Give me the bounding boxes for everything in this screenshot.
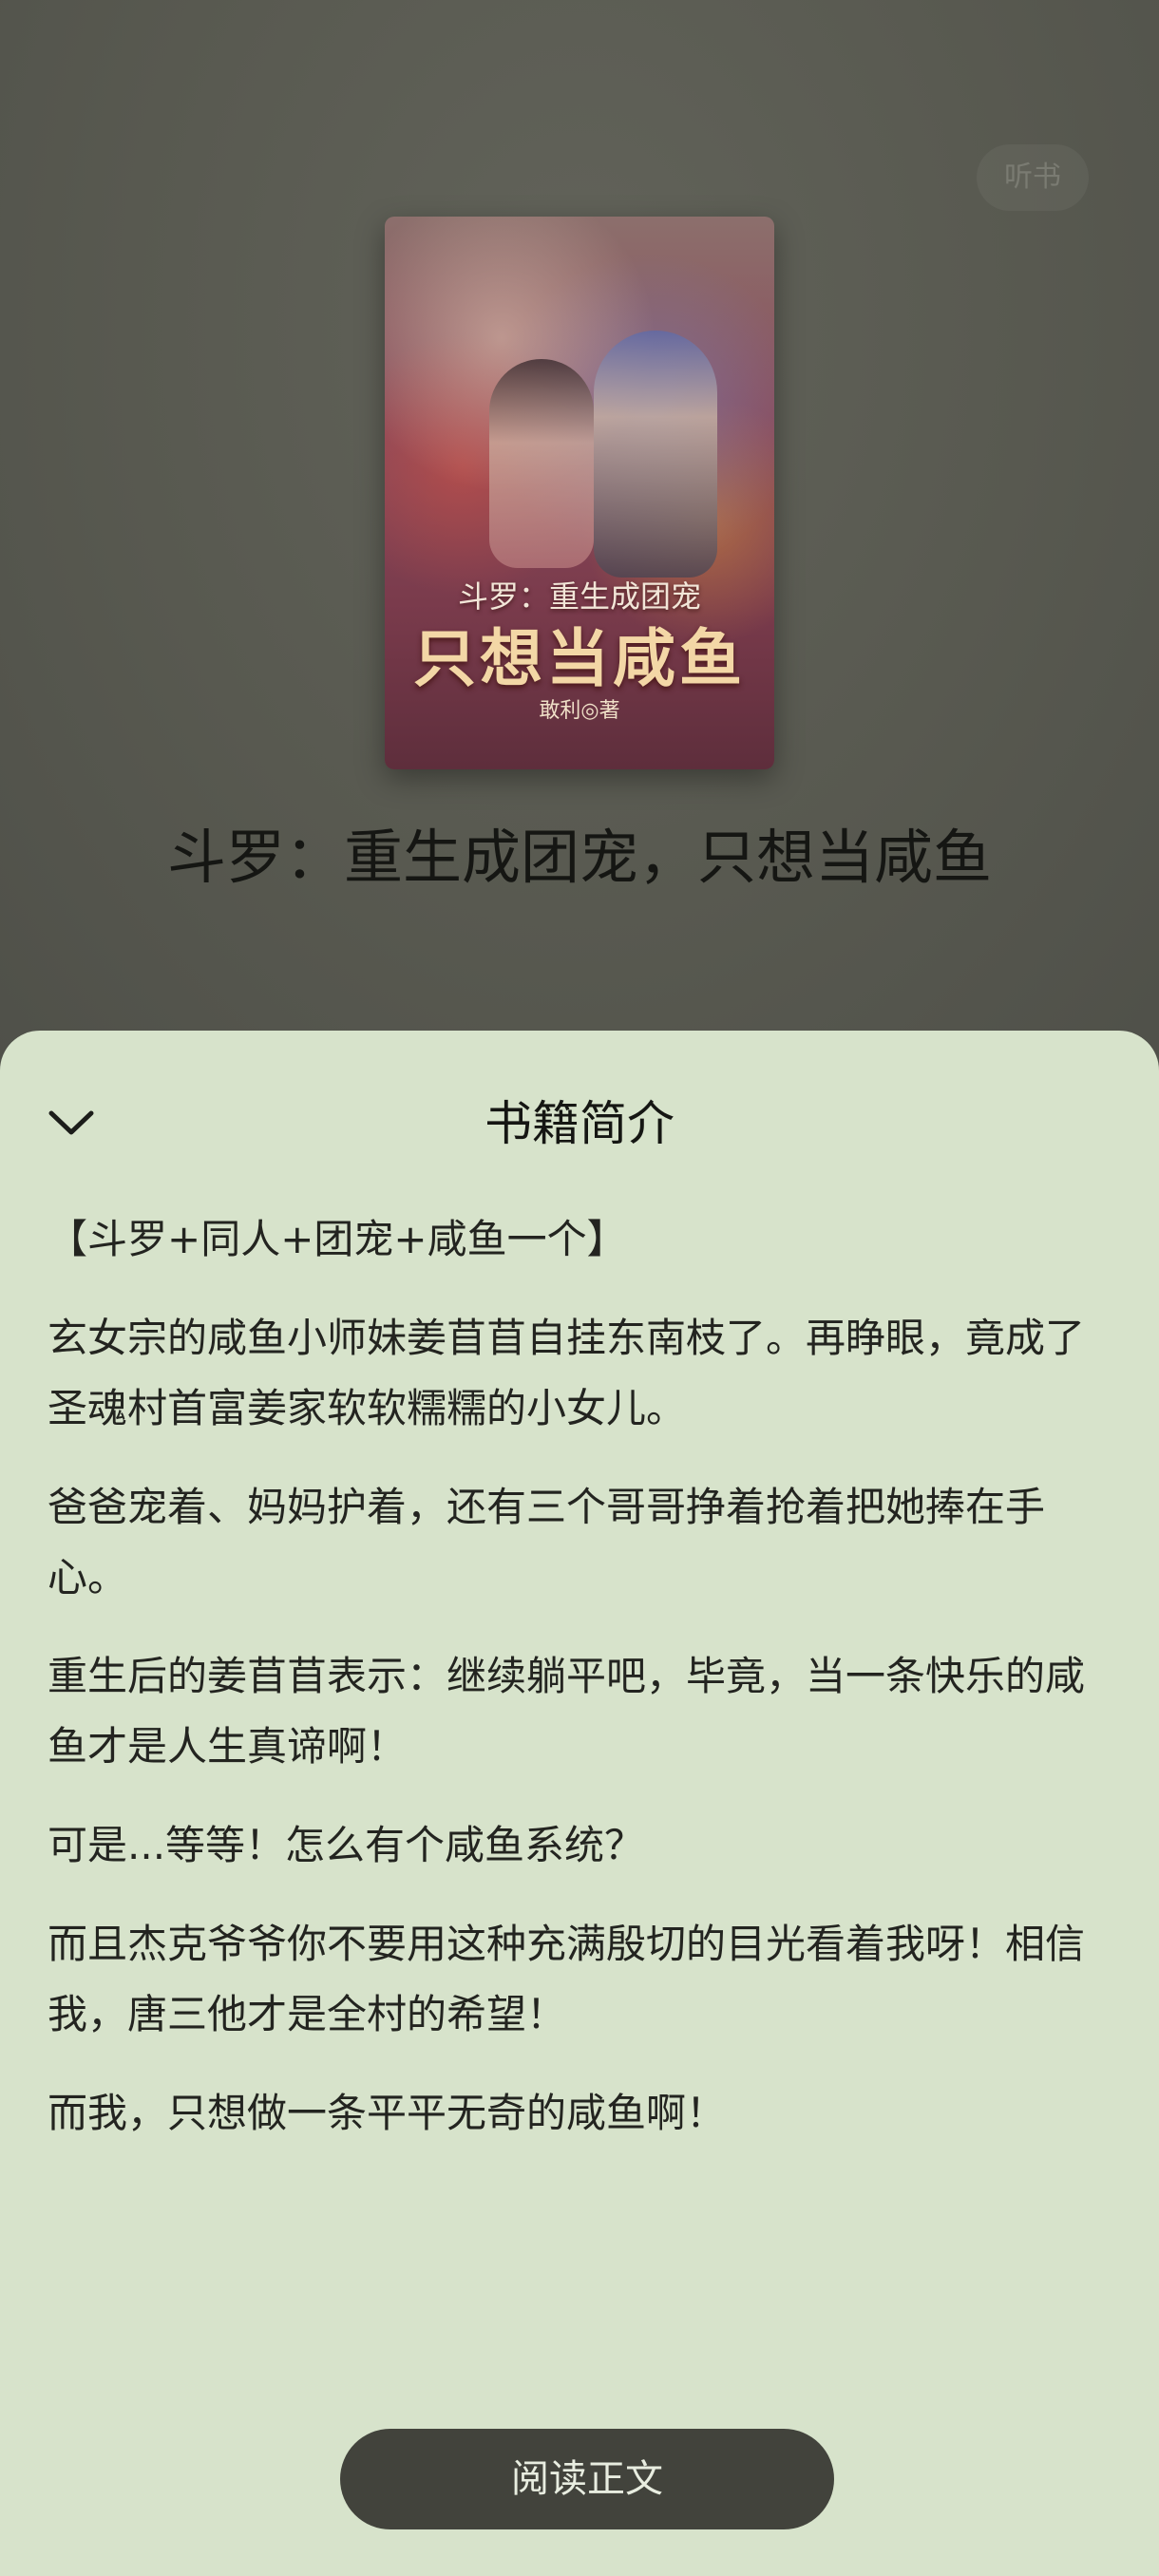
intro-text: 【斗罗+同人+团宠+咸鱼一个】 玄女宗的咸鱼小师妹姜苜苜自挂东南枝了。再睁眼，竟…: [48, 1204, 1121, 2177]
intro-paragraph: 【斗罗+同人+团宠+咸鱼一个】: [48, 1216, 627, 1262]
intro-paragraph: 而我，只想做一条平平无奇的咸鱼啊！: [48, 2090, 727, 2136]
cover-author: 敢利◎著: [539, 699, 620, 723]
intro-paragraph: 可是...等等！怎么有个咸鱼系统？: [48, 1822, 645, 1868]
book-cover: 斗罗：重生成团宠 只想当咸鱼 敢利◎著: [385, 217, 774, 769]
intro-paragraph: 玄女宗的咸鱼小师妹姜苜苜自挂东南枝了。再睁眼，竟成了圣魂村首富姜家软软糯糯的小女…: [48, 1315, 1086, 1431]
cover-figure-right: [594, 331, 717, 578]
book-title: 斗罗：重生成团宠，只想当咸鱼: [166, 823, 992, 892]
intro-paragraph: 重生后的姜苜苜表示：继续躺平吧，毕竟，当一条快乐的咸鱼才是人生真谛啊！: [48, 1653, 1086, 1770]
intro-paragraph: 爸爸宠着、妈妈护着，还有三个哥哥挣着抢着把她捧在手心。: [48, 1484, 1046, 1601]
cover-figure-left: [489, 359, 594, 568]
sheet-title: 书籍简介: [484, 1096, 674, 1151]
intro-paragraph: 而且杰克爷爷你不要用这种充满殷切的目光看着我呀！相信我，唐三他才是全村的希望！: [48, 1921, 1086, 2037]
read-text-button[interactable]: 阅读正文: [340, 2429, 834, 2529]
cover-title: 只想当咸鱼: [413, 621, 746, 695]
listen-button[interactable]: 听书: [977, 144, 1089, 211]
